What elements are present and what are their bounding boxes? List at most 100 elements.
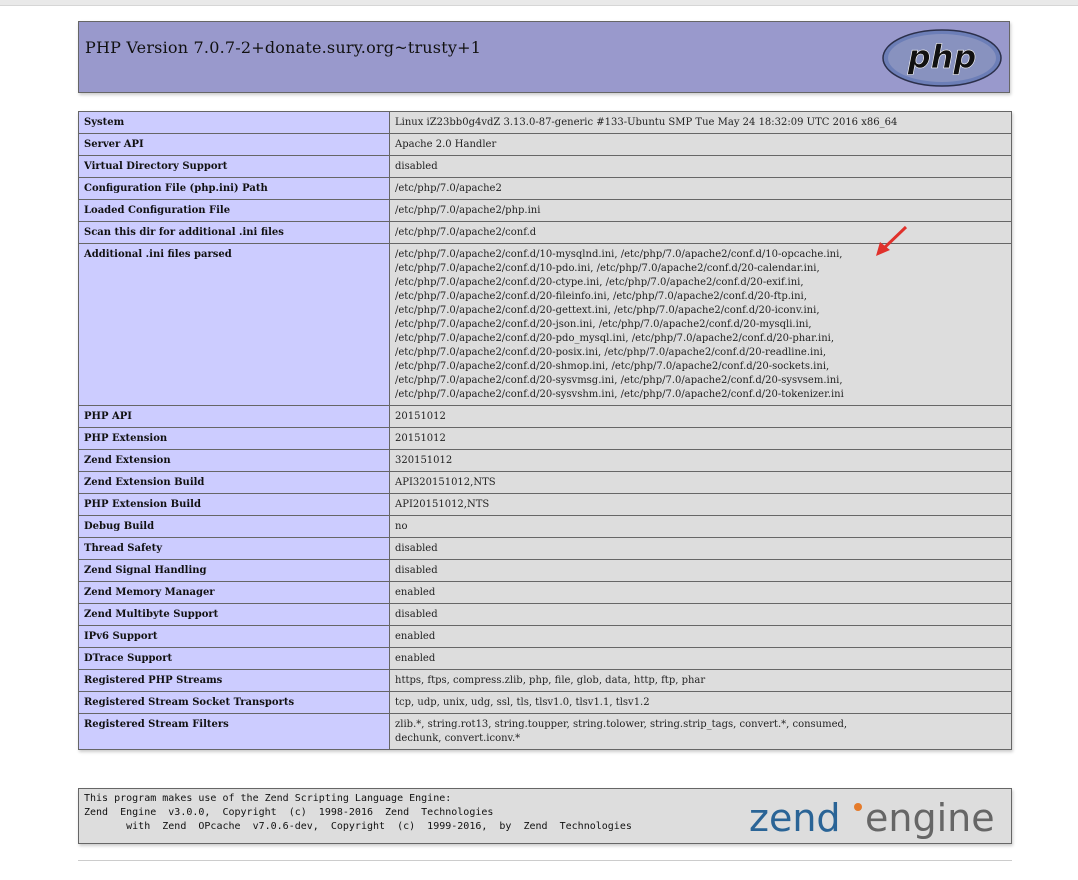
info-value-line: Linux iZ23bb0g4vdZ 3.13.0-87-generic #13… <box>395 117 898 128</box>
info-value-line: /etc/php/7.0/apache2/conf.d/20-posix.ini… <box>395 347 827 358</box>
info-row: Additional .ini files parsed/etc/php/7.0… <box>78 243 1012 406</box>
info-row: Zend Memory Manager enabled <box>78 581 1012 604</box>
info-value: API320151012,NTS <box>389 471 1012 494</box>
info-label: Zend Extension <box>78 449 390 472</box>
browser-top-edge <box>0 0 1078 6</box>
info-value-line: disabled <box>395 609 438 620</box>
zend-logo-text: zend <box>749 796 841 839</box>
info-row: Zend Extension Build API320151012,NTS <box>78 471 1012 494</box>
info-row: PHP Extension 20151012 <box>78 427 1012 450</box>
info-value-line: Apache 2.0 Handler <box>395 139 497 150</box>
info-value: Linux iZ23bb0g4vdZ 3.13.0-87-generic #13… <box>389 111 1012 134</box>
info-value: API20151012,NTS <box>389 493 1012 516</box>
info-value-line: dechunk, convert.iconv.* <box>395 733 521 744</box>
info-label: Zend Memory Manager <box>78 581 390 604</box>
info-label: Virtual Directory Support <box>78 155 390 178</box>
info-row: System Linux iZ23bb0g4vdZ 3.13.0-87-gener… <box>78 111 1012 134</box>
info-value-line: API320151012,NTS <box>395 477 496 488</box>
info-label: Registered PHP Streams <box>78 669 390 692</box>
info-value-line: enabled <box>395 631 436 642</box>
info-value-line: 20151012 <box>395 433 446 444</box>
info-value-line: enabled <box>395 587 436 598</box>
info-value-line: /etc/php/7.0/apache2/conf.d/20-json.ini,… <box>395 319 812 330</box>
info-label: Server API <box>78 133 390 156</box>
info-value: /etc/php/7.0/apache2/conf.d <box>389 221 1012 244</box>
info-value-line: /etc/php/7.0/apache2/conf.d <box>395 227 537 238</box>
info-row: Virtual Directory Support disabled <box>78 155 1012 178</box>
info-label: Loaded Configuration File <box>78 199 390 222</box>
info-label: Debug Build <box>78 515 390 538</box>
info-value: no <box>389 515 1012 538</box>
info-value-line: /etc/php/7.0/apache2/conf.d/20-shmop.ini… <box>395 361 830 372</box>
info-label: DTrace Support <box>78 647 390 670</box>
info-row: Registered Stream Filters zlib.*, string.… <box>78 713 1012 750</box>
info-value-line: /etc/php/7.0/apache2/conf.d/10-mysqlnd.i… <box>395 249 843 260</box>
info-row: Server API Apache 2.0 Handler <box>78 133 1012 156</box>
info-value: disabled <box>389 537 1012 560</box>
annotation-arrow-icon <box>876 225 908 256</box>
info-value-line: /etc/php/7.0/apache2/conf.d/20-ctype.ini… <box>395 277 804 288</box>
info-value: enabled <box>389 625 1012 648</box>
info-label: System <box>78 111 390 134</box>
info-row: DTrace Support enabled <box>78 647 1012 670</box>
info-row: PHP API 20151012 <box>78 405 1012 428</box>
info-label: Configuration File (php.ini) Path <box>78 177 390 200</box>
info-label: PHP Extension <box>78 427 390 450</box>
info-row: Configuration File (php.ini) Path/etc/ph… <box>78 177 1012 200</box>
info-value-line: /etc/php/7.0/apache2/conf.d/20-fileinfo.… <box>395 291 807 302</box>
info-label: Thread Safety <box>78 537 390 560</box>
zend-logo-dot-icon <box>854 803 862 811</box>
info-value: 320151012 <box>389 449 1012 472</box>
info-row: Debug Build no <box>78 515 1012 538</box>
zend-credit-line-2: Zend Engine v3.0.0, Copyright (c) 1998-2… <box>84 807 494 818</box>
info-row: Registered Stream Socket Transports tcp, … <box>78 691 1012 714</box>
info-value-line: /etc/php/7.0/apache2/php.ini <box>395 205 541 216</box>
info-value-line: https, ftps, compress.zlib, php, file, g… <box>395 675 706 686</box>
info-value-line: /etc/php/7.0/apache2 <box>395 183 502 194</box>
info-row: IPv6 Support enabled <box>78 625 1012 648</box>
info-row: Loaded Configuration File/etc/php/7.0/ap… <box>78 199 1012 222</box>
zend-engine-logo-icon: zend engine <box>749 796 995 839</box>
info-value-line: 320151012 <box>395 455 453 466</box>
info-row: Registered PHP Streams https, ftps, compr… <box>78 669 1012 692</box>
info-value: https, ftps, compress.zlib, php, file, g… <box>389 669 1012 692</box>
info-row: Thread Safety disabled <box>78 537 1012 560</box>
info-label: PHP Extension Build <box>78 493 390 516</box>
info-label: Registered Stream Filters <box>78 713 390 750</box>
php-logo-text: php <box>907 38 977 76</box>
info-value: Apache 2.0 Handler <box>389 133 1012 156</box>
info-label: Zend Multibyte Support <box>78 603 390 626</box>
info-row: Zend Multibyte Support disabled <box>78 603 1012 626</box>
info-value-line: zlib.*, string.rot13, string.toupper, st… <box>395 719 848 730</box>
info-value: 20151012 <box>389 405 1012 428</box>
info-value-line: 20151012 <box>395 411 446 422</box>
php-version-header: PHP Version 7.0.7-2+donate.sury.org~trus… <box>78 21 1010 93</box>
info-value-line: disabled <box>395 161 438 172</box>
bottom-divider <box>78 860 1012 861</box>
info-row: Zend Extension 320151012 <box>78 449 1012 472</box>
info-value-line: disabled <box>395 565 438 576</box>
info-value-line: no <box>395 521 408 532</box>
info-value: /etc/php/7.0/apache2/php.ini <box>389 199 1012 222</box>
php-logo-icon: php <box>882 29 1002 87</box>
info-value-line: /etc/php/7.0/apache2/conf.d/20-sysvshm.i… <box>395 389 844 400</box>
info-value-line: API20151012,NTS <box>395 499 490 510</box>
zend-credit-line-1: This program makes use of the Zend Scrip… <box>84 793 452 804</box>
info-value-line: /etc/php/7.0/apache2/conf.d/20-gettext.i… <box>395 305 820 316</box>
info-row: Zend Signal Handling disabled <box>78 559 1012 582</box>
zend-credit-line-3: with Zend OPcache v7.0.6-dev, Copyright … <box>84 821 632 832</box>
info-label: Zend Extension Build <box>78 471 390 494</box>
info-label: PHP API <box>78 405 390 428</box>
info-value-line: tcp, udp, unix, udg, ssl, tls, tlsv1.0, … <box>395 697 650 708</box>
info-value: disabled <box>389 155 1012 178</box>
info-value: enabled <box>389 581 1012 604</box>
info-label: IPv6 Support <box>78 625 390 648</box>
info-value-line: /etc/php/7.0/apache2/conf.d/20-pdo_mysql… <box>395 333 835 344</box>
info-value: /etc/php/7.0/apache2 <box>389 177 1012 200</box>
info-value-line: enabled <box>395 653 436 664</box>
info-row: PHP Extension Build API20151012,NTS <box>78 493 1012 516</box>
php-info-table-body: System Linux iZ23bb0g4vdZ 3.13.0-87-gener… <box>78 111 1012 750</box>
page-title: PHP Version 7.0.7-2+donate.sury.org~trus… <box>85 38 482 57</box>
info-value: disabled <box>389 559 1012 582</box>
info-value-line: /etc/php/7.0/apache2/conf.d/10-pdo.ini, … <box>395 263 820 274</box>
